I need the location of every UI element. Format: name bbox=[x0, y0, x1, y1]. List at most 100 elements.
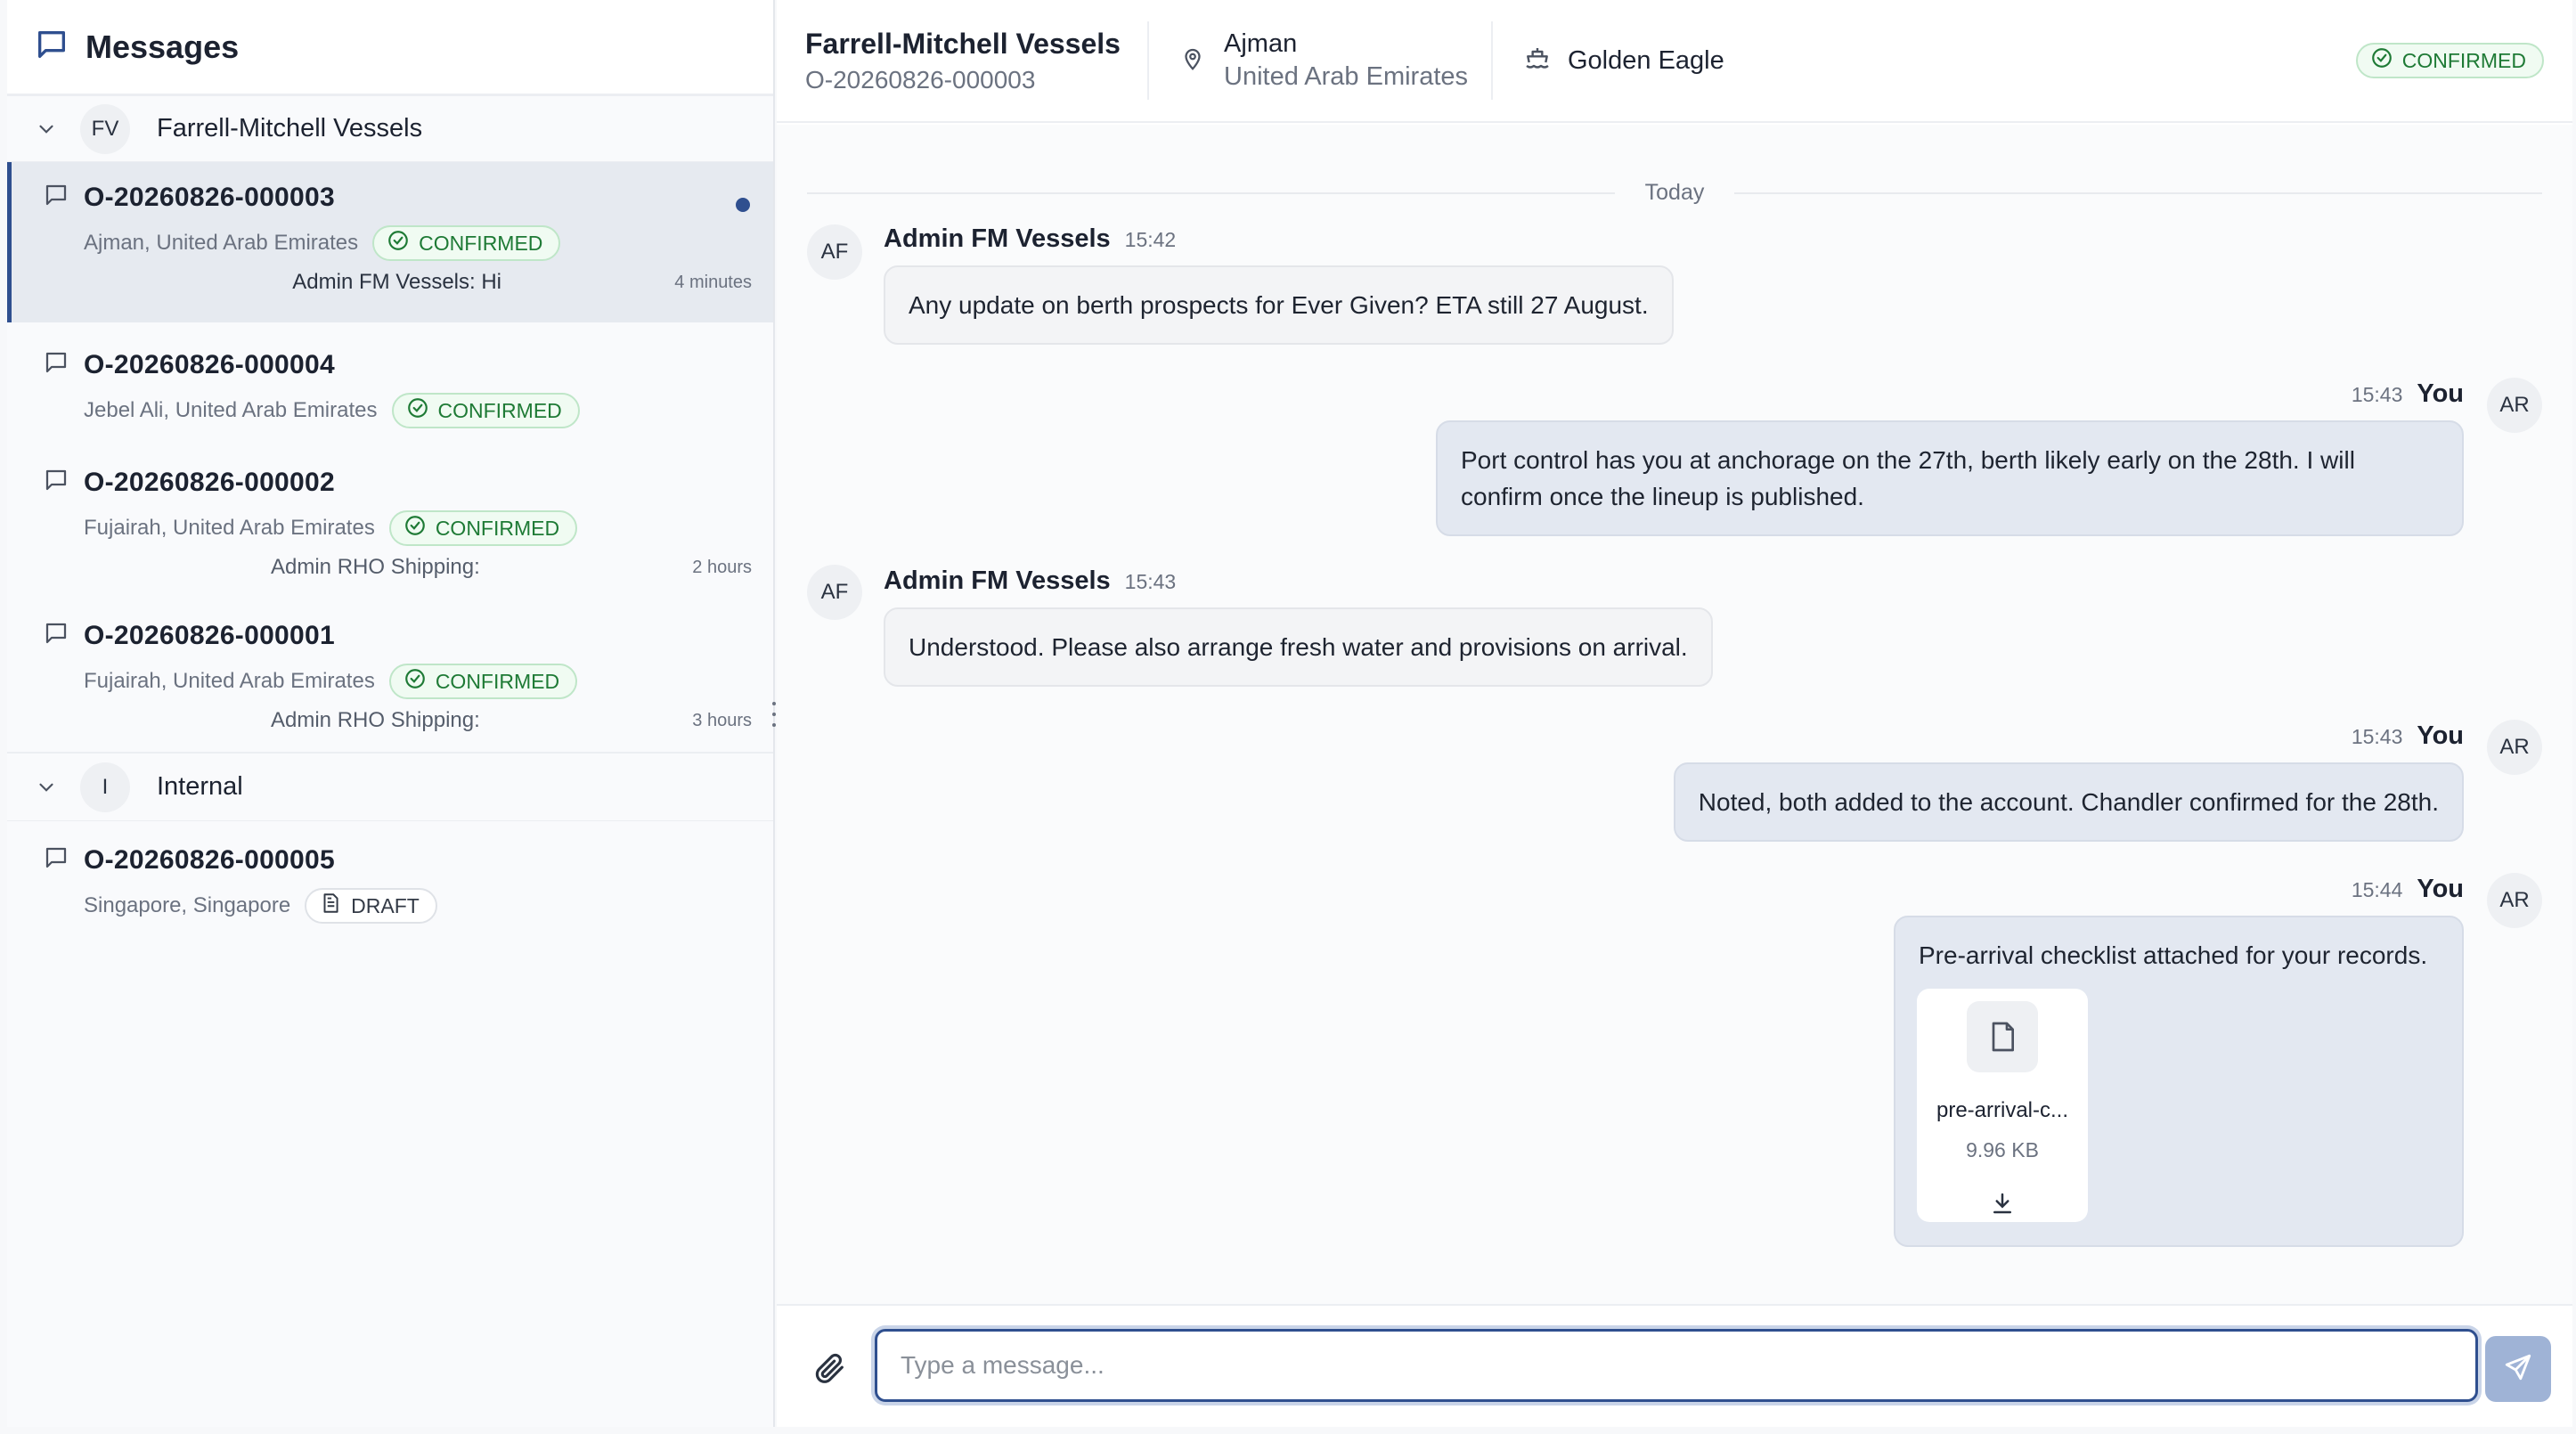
header-city: Ajman bbox=[1224, 29, 1298, 58]
message-time: 15:42 bbox=[1124, 228, 1177, 251]
group-avatar: I bbox=[80, 762, 130, 812]
group-name: Farrell-Mitchell Vessels bbox=[157, 114, 423, 143]
message-bubble: Understood. Please also arrange fresh wa… bbox=[884, 607, 1713, 687]
conversation-location: Ajman, United Arab Emirates bbox=[84, 231, 359, 255]
conversation-item[interactable]: O-20260826-000004 Jebel Ali, United Arab… bbox=[7, 322, 773, 449]
chat-header: Farrell-Mitchell Vessels O-20260826-0000… bbox=[777, 0, 2572, 123]
header-vessel-info: Golden Eagle bbox=[1493, 45, 1724, 77]
paperclip-icon[interactable] bbox=[812, 1350, 848, 1386]
message-sender: You bbox=[2417, 875, 2464, 903]
message-composer bbox=[777, 1304, 2572, 1427]
sidebar-header: Messages bbox=[7, 0, 773, 96]
avatar: AR bbox=[2487, 873, 2542, 928]
message-input[interactable] bbox=[875, 1329, 2478, 1402]
message-bubble: Any update on berth prospects for Ever G… bbox=[884, 265, 1674, 345]
conversation-location: Jebel Ali, United Arab Emirates bbox=[84, 398, 378, 422]
ship-icon bbox=[1523, 45, 1568, 77]
message-square-icon bbox=[34, 27, 86, 67]
last-message-time: 3 hours bbox=[692, 710, 752, 730]
group-header-farrell-mitchell[interactable]: FV Farrell-Mitchell Vessels bbox=[7, 96, 773, 162]
chevron-down-icon[interactable] bbox=[30, 771, 62, 803]
status-badge: CONFIRMED bbox=[372, 225, 561, 261]
check-circle-icon bbox=[404, 514, 436, 542]
conversation-last-message-row: Admin RHO Shipping: 3 hours bbox=[84, 708, 752, 733]
header-port-info: Ajman United Arab Emirates bbox=[1149, 21, 1493, 100]
conversation-id: O-20260826-000005 bbox=[84, 844, 335, 875]
message-square-icon bbox=[43, 620, 84, 651]
group-name: Internal bbox=[157, 772, 243, 801]
group-avatar: FV bbox=[80, 103, 130, 154]
date-divider: Today bbox=[807, 180, 2542, 206]
conversation-item[interactable]: O-20260826-000001 Fujairah, United Arab … bbox=[7, 607, 773, 752]
conversation-item[interactable]: O-20260826-000005 Singapore, Singapore D… bbox=[7, 821, 773, 946]
message-time: 15:43 bbox=[2351, 383, 2403, 406]
avatar: AF bbox=[807, 224, 862, 280]
status-badge: CONFIRMED bbox=[391, 393, 580, 428]
conversation-meta: Singapore, Singapore DRAFT bbox=[84, 888, 752, 924]
avatar: AR bbox=[2487, 720, 2542, 775]
last-message-time: 2 hours bbox=[692, 557, 752, 577]
conversation-title-row: O-20260826-000005 bbox=[43, 844, 752, 876]
status-badge: CONFIRMED bbox=[388, 510, 578, 546]
message-header: Admin FM Vessels 15:43 bbox=[884, 566, 1176, 596]
conversation-item[interactable]: O-20260826-000003 Ajman, United Arab Emi… bbox=[7, 162, 773, 322]
conversation-title-row: O-20260826-000003 bbox=[43, 182, 752, 213]
conversation-meta: Jebel Ali, United Arab Emirates CONFIRME… bbox=[84, 393, 752, 428]
status-badge-label: CONFIRMED bbox=[437, 398, 562, 422]
date-divider-label: Today bbox=[1644, 180, 1705, 205]
header-country: United Arab Emirates bbox=[1224, 62, 1469, 91]
header-order-info: Farrell-Mitchell Vessels O-20260826-0000… bbox=[777, 21, 1149, 100]
conversation-location: Fujairah, United Arab Emirates bbox=[84, 669, 375, 693]
conversation-last-message-row: Admin RHO Shipping: 2 hours bbox=[84, 555, 752, 580]
app-root: Messages FV Farrell-Mitchell Vessels O-2… bbox=[0, 0, 2576, 1434]
status-badge: CONFIRMED bbox=[388, 664, 578, 699]
message-header: 15:44 You bbox=[2352, 875, 2464, 904]
message-bubble: Port control has you at anchorage on the… bbox=[1436, 420, 2464, 536]
status-badge: DRAFT bbox=[305, 888, 437, 924]
download-icon[interactable] bbox=[1989, 1190, 2016, 1217]
header-company: Farrell-Mitchell Vessels bbox=[805, 27, 1121, 60]
status-badge-label: DRAFT bbox=[351, 893, 420, 917]
check-circle-icon bbox=[387, 229, 419, 257]
message-bubble-with-attachment: Pre-arrival checklist attached for your … bbox=[1894, 916, 2464, 1247]
conversation-meta: Ajman, United Arab Emirates CONFIRMED bbox=[84, 225, 752, 261]
port-text: Ajman United Arab Emirates bbox=[1224, 29, 1468, 92]
conversation-location: Singapore, Singapore bbox=[84, 893, 291, 917]
message-bubble: Noted, both added to the account. Chandl… bbox=[1673, 762, 2464, 842]
message-time: 15:43 bbox=[2351, 725, 2403, 748]
attachment-card[interactable]: pre-arrival-c... 9.96 KB bbox=[1917, 989, 2088, 1222]
conversation-title-row: O-20260826-000004 bbox=[43, 349, 752, 380]
conversation-title-row: O-20260826-000002 bbox=[43, 467, 752, 498]
conversation-item[interactable]: O-20260826-000002 Fujairah, United Arab … bbox=[7, 449, 773, 607]
message-sender: You bbox=[2417, 721, 2464, 750]
header-status-badge: CONFIRMED bbox=[2355, 43, 2544, 78]
header-vessel: Golden Eagle bbox=[1568, 45, 1724, 75]
attachment-size: 9.96 KB bbox=[1966, 1138, 2039, 1161]
conversation-id: O-20260826-000002 bbox=[84, 467, 335, 497]
conversation-last-message-row: Admin FM Vessels: Hi 4 minutes bbox=[84, 270, 752, 295]
message-square-icon bbox=[43, 349, 84, 380]
last-message-preview: Admin FM Vessels: Hi bbox=[292, 270, 501, 294]
conversation-meta: Fujairah, United Arab Emirates CONFIRMED bbox=[84, 664, 752, 699]
last-message-preview: Admin RHO Shipping: bbox=[271, 555, 480, 579]
header-order-id: O-20260826-000003 bbox=[805, 65, 1036, 94]
message-time: 15:43 bbox=[1124, 570, 1177, 593]
chat-panel: Farrell-Mitchell Vessels O-20260826-0000… bbox=[777, 0, 2572, 1427]
check-circle-icon bbox=[406, 396, 438, 425]
send-button[interactable] bbox=[2485, 1336, 2551, 1402]
last-message-time: 4 minutes bbox=[674, 272, 752, 292]
conversation-id: O-20260826-000001 bbox=[84, 620, 335, 650]
group-header-internal[interactable]: I Internal bbox=[7, 752, 773, 821]
message-square-icon bbox=[43, 467, 84, 498]
message-sender: Admin FM Vessels bbox=[884, 224, 1111, 253]
message-sender: Admin FM Vessels bbox=[884, 566, 1111, 595]
status-badge-label: CONFIRMED bbox=[419, 231, 543, 255]
avatar: AF bbox=[807, 565, 862, 620]
check-circle-icon bbox=[404, 667, 436, 696]
message-text: Pre-arrival checklist attached for your … bbox=[1919, 941, 2428, 969]
chevron-down-icon[interactable] bbox=[30, 113, 62, 145]
unread-indicator bbox=[736, 198, 750, 212]
conversation-meta: Fujairah, United Arab Emirates CONFIRMED bbox=[84, 510, 752, 546]
conversations-sidebar: Messages FV Farrell-Mitchell Vessels O-2… bbox=[7, 0, 775, 1427]
conversation-id: O-20260826-000003 bbox=[84, 182, 335, 212]
